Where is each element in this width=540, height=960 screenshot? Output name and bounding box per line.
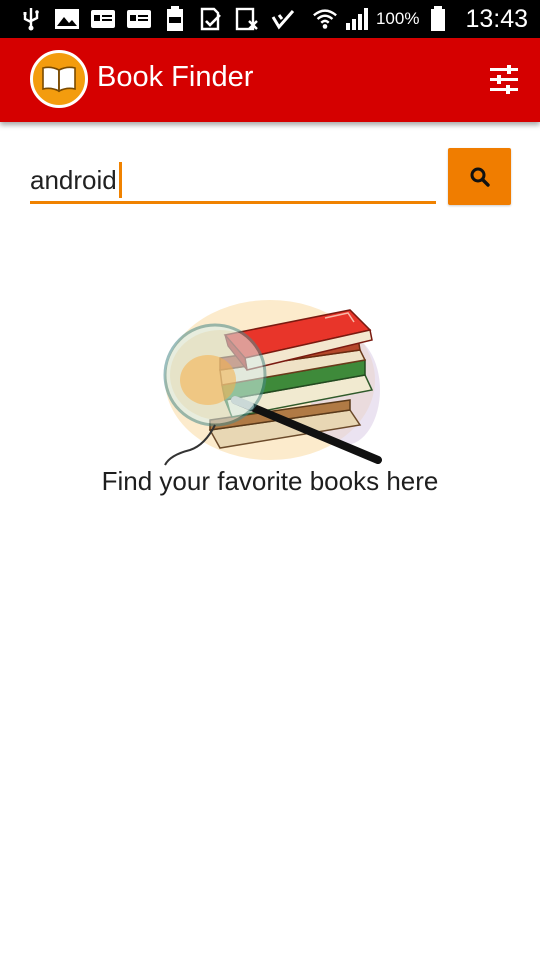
check-icon	[270, 7, 296, 31]
filter-menu-button[interactable]	[484, 62, 524, 98]
app-title: Book Finder	[97, 61, 254, 93]
usb-icon	[18, 7, 44, 31]
blocked-icon	[234, 7, 260, 31]
text-cursor	[119, 162, 122, 198]
search-input[interactable]	[30, 160, 436, 200]
notification-icons	[18, 6, 296, 31]
battery-percentage: 100%	[375, 9, 420, 28]
open-book-icon	[30, 50, 88, 108]
sliders-icon	[490, 65, 518, 94]
app-bar: Book Finder	[0, 38, 540, 122]
books-magnifier-illustration	[163, 300, 382, 466]
wifi-icon	[312, 7, 338, 31]
download-check-icon	[198, 7, 224, 31]
search-field[interactable]	[30, 160, 436, 204]
status-clock: 13:43	[465, 4, 528, 33]
image-icon	[54, 7, 80, 31]
search-icon	[470, 167, 490, 187]
system-icons: 100% 13:43	[312, 5, 528, 34]
battery-100-icon	[162, 6, 188, 31]
battery-icon	[425, 6, 451, 31]
card-icon	[90, 7, 116, 31]
card-icon	[126, 7, 152, 31]
signal-icon	[344, 7, 370, 31]
search-button[interactable]	[448, 148, 511, 205]
empty-state-message: Find your favorite books here	[101, 466, 439, 496]
status-bar: 100% 13:43	[0, 0, 540, 38]
